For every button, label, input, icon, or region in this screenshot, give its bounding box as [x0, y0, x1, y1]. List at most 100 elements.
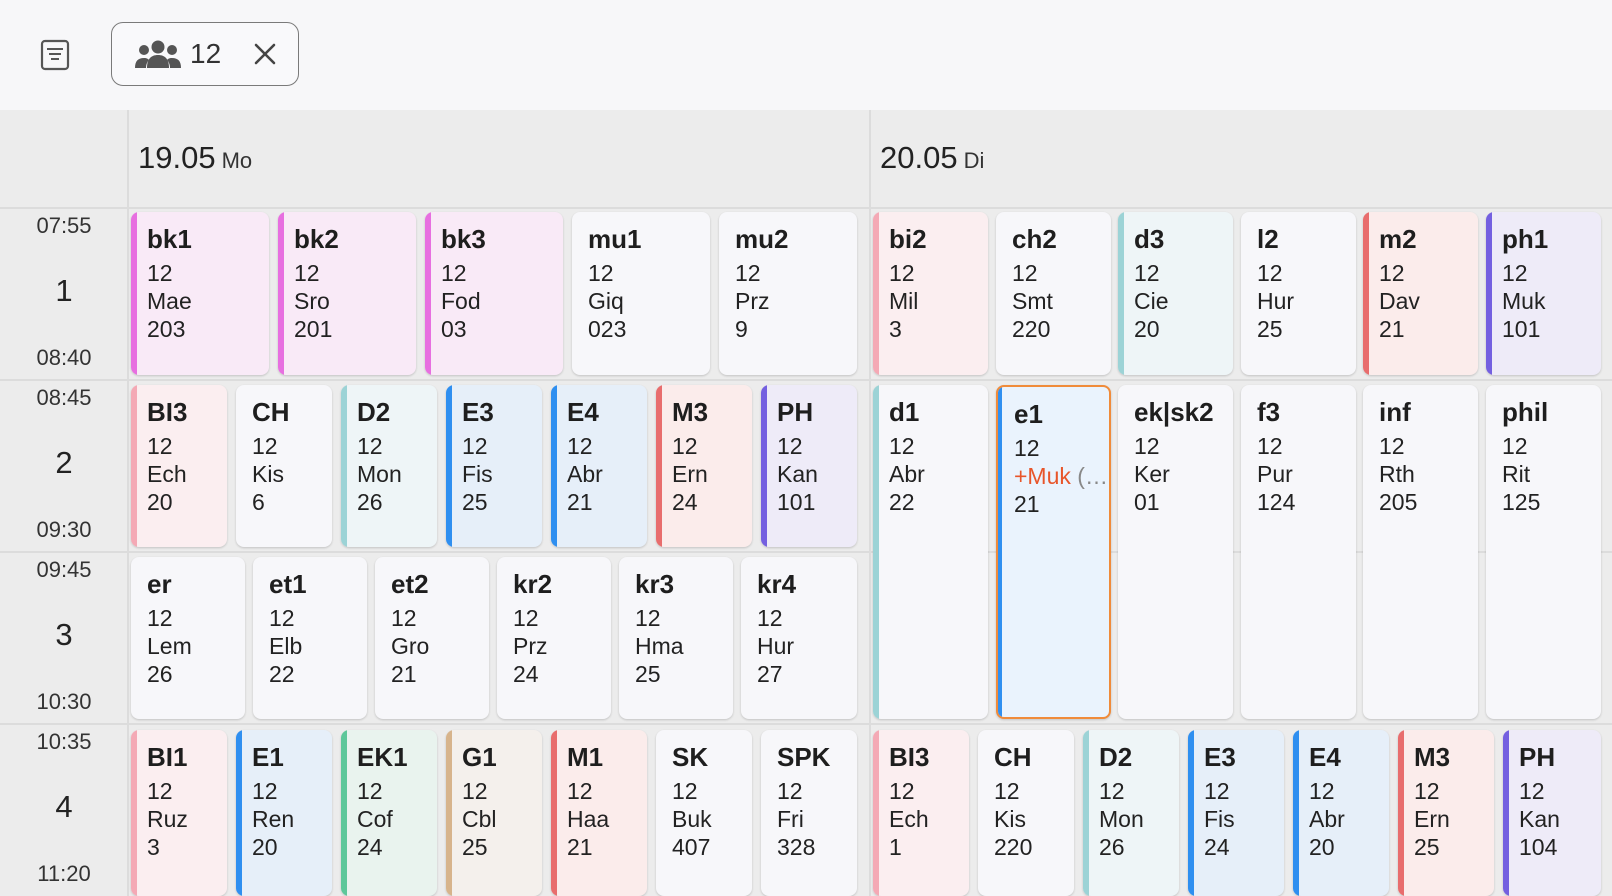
period-number: 1 — [55, 273, 73, 308]
lesson-class: 12 — [994, 778, 1020, 804]
color-bar — [446, 385, 452, 547]
lesson-card[interactable]: BI3 12 Ech 20 — [131, 385, 227, 547]
lesson-class: 12 — [735, 260, 761, 286]
lesson-teacher: Fri — [777, 806, 804, 832]
day-header-monday: 19.05 Mo — [128, 110, 870, 207]
lesson-card[interactable]: mu1 12 Giq 023 — [572, 212, 710, 375]
lesson-class: 12 — [567, 433, 593, 459]
lesson-teacher: Hur — [757, 633, 795, 659]
lesson-teacher: Elb — [269, 633, 303, 659]
more-teachers: (… — [1077, 463, 1108, 489]
lesson-teacher: Ker — [1134, 461, 1170, 487]
lesson-teacher: Hma — [635, 633, 684, 659]
lesson-class: 12 — [1379, 433, 1405, 459]
lesson-card[interactable]: G1 12 Cbl 25 — [446, 730, 542, 896]
lesson-card[interactable]: M3 12 Ern 25 — [1398, 730, 1494, 896]
lesson-teacher: +Muk (… — [1014, 463, 1108, 490]
lesson-class: 12 — [1257, 260, 1283, 286]
lesson-card[interactable]: PH 12 Kan 101 — [761, 385, 857, 547]
period-end-time: 10:30 — [36, 689, 92, 714]
class-filter-chip[interactable]: 12 — [111, 22, 299, 86]
lesson-card[interactable]: D2 12 Mon 26 — [1083, 730, 1179, 896]
filter-button[interactable] — [36, 36, 74, 74]
lesson-class: 12 — [1014, 435, 1040, 461]
lesson-card[interactable]: E4 12 Abr 20 — [1293, 730, 1389, 896]
lesson-room: 25 — [635, 661, 661, 687]
lesson-card[interactable]: bi2 12 Mil 3 — [873, 212, 988, 375]
color-bar — [446, 730, 452, 896]
lesson-card[interactable]: ph1 12 Muk 101 — [1486, 212, 1601, 375]
lesson-card[interactable]: PH 12 Kan 104 — [1503, 730, 1601, 896]
filter-list-icon — [40, 39, 70, 71]
lesson-card[interactable]: CH 12 Kis 6 — [236, 385, 332, 547]
lesson-class: 12 — [635, 605, 661, 631]
lesson-card[interactable]: m2 12 Dav 21 — [1363, 212, 1478, 375]
lesson-card[interactable]: kr4 12 Hur 27 — [741, 557, 857, 719]
lesson-room: 6 — [252, 489, 265, 515]
lesson-card[interactable]: E4 12 Abr 21 — [551, 385, 647, 547]
lesson-room: 25 — [462, 834, 488, 860]
lesson-card[interactable]: f3 12 Pur 124 — [1241, 385, 1356, 719]
lesson-card[interactable]: SPK 12 Fri 328 — [761, 730, 857, 896]
lesson-card[interactable]: phil 12 Rit 125 — [1486, 385, 1601, 719]
lesson-card[interactable]: l2 12 Hur 25 — [1241, 212, 1356, 375]
lesson-card[interactable]: d1 12 Abr 22 — [873, 385, 988, 719]
lesson-card[interactable]: kr3 12 Hma 25 — [619, 557, 733, 719]
lesson-teacher: Buk — [672, 806, 712, 832]
lesson-card[interactable]: ch2 12 Smt 220 — [996, 212, 1111, 375]
lesson-card[interactable]: bk3 12 Fod 03 — [425, 212, 563, 375]
lesson-card[interactable]: E3 12 Fis 24 — [1188, 730, 1284, 896]
lesson-room: 26 — [357, 489, 383, 515]
lesson-card[interactable]: E3 12 Fis 25 — [446, 385, 542, 547]
color-bar — [131, 212, 137, 375]
lesson-card[interactable]: E1 12 Ren 20 — [236, 730, 332, 896]
lesson-teacher: Rit — [1502, 461, 1531, 487]
lesson-card[interactable]: ek|sk2 12 Ker 01 — [1118, 385, 1233, 719]
lesson-room: 21 — [1379, 316, 1405, 342]
lesson-card[interactable]: inf 12 Rth 205 — [1363, 385, 1478, 719]
lesson-room: 203 — [147, 316, 186, 342]
lesson-teacher: Abr — [1309, 806, 1345, 832]
color-bar — [1118, 212, 1124, 375]
lesson-card[interactable]: d3 12 Cie 20 — [1118, 212, 1233, 375]
lesson-card[interactable]: BI3 12 Ech 1 — [873, 730, 969, 896]
lesson-card[interactable]: D2 12 Mon 26 — [341, 385, 437, 547]
lesson-card[interactable]: et2 12 Gro 21 — [375, 557, 489, 719]
lesson-teacher: Ern — [672, 461, 708, 487]
lesson-card[interactable]: et1 12 Elb 22 — [253, 557, 367, 719]
period-1: 07:55 1 08:40 — [0, 207, 128, 379]
lesson-card[interactable]: mu2 12 Prz 9 — [719, 212, 857, 375]
lesson-card[interactable]: EK1 12 Cof 24 — [341, 730, 437, 896]
lesson-room: 20 — [147, 489, 173, 515]
lesson-room: 27 — [757, 661, 783, 687]
chip-close-button[interactable] — [250, 39, 280, 69]
lesson-teacher: Kis — [994, 806, 1026, 832]
lesson-room: 125 — [1502, 489, 1541, 515]
lesson-subject: ph1 — [1502, 224, 1549, 254]
color-bar — [131, 730, 137, 896]
lesson-card[interactable]: M1 12 Haa 21 — [551, 730, 647, 896]
lesson-subject: D2 — [357, 397, 391, 427]
lesson-subject: phil — [1502, 397, 1549, 427]
lesson-card[interactable]: kr2 12 Prz 24 — [497, 557, 611, 719]
lesson-class: 12 — [757, 605, 783, 631]
lesson-subject: E4 — [567, 397, 599, 427]
lesson-room: 24 — [357, 834, 383, 860]
lesson-class: 12 — [391, 605, 417, 631]
lesson-card[interactable]: SK 12 Buk 407 — [656, 730, 752, 896]
time-header-corner — [0, 110, 128, 207]
lesson-class: 12 — [889, 433, 915, 459]
lesson-card[interactable]: CH 12 Kis 220 — [978, 730, 1074, 896]
lesson-card-selected[interactable]: e1 12 +Muk (… 21 — [996, 385, 1111, 719]
lesson-room: 25 — [462, 489, 488, 515]
lesson-card[interactable]: bk1 12 Mae 203 — [131, 212, 269, 375]
lesson-card[interactable]: M3 12 Ern 24 — [656, 385, 752, 547]
lesson-class: 12 — [1502, 260, 1528, 286]
lesson-subject: f3 — [1257, 397, 1281, 427]
lesson-class: 12 — [294, 260, 320, 286]
lesson-card[interactable]: bk2 12 Sro 201 — [278, 212, 416, 375]
lesson-room: 24 — [1204, 834, 1230, 860]
lesson-subject: D2 — [1099, 742, 1133, 772]
lesson-card[interactable]: er 12 Lem 26 — [131, 557, 245, 719]
lesson-card[interactable]: BI1 12 Ruz 3 — [131, 730, 227, 896]
